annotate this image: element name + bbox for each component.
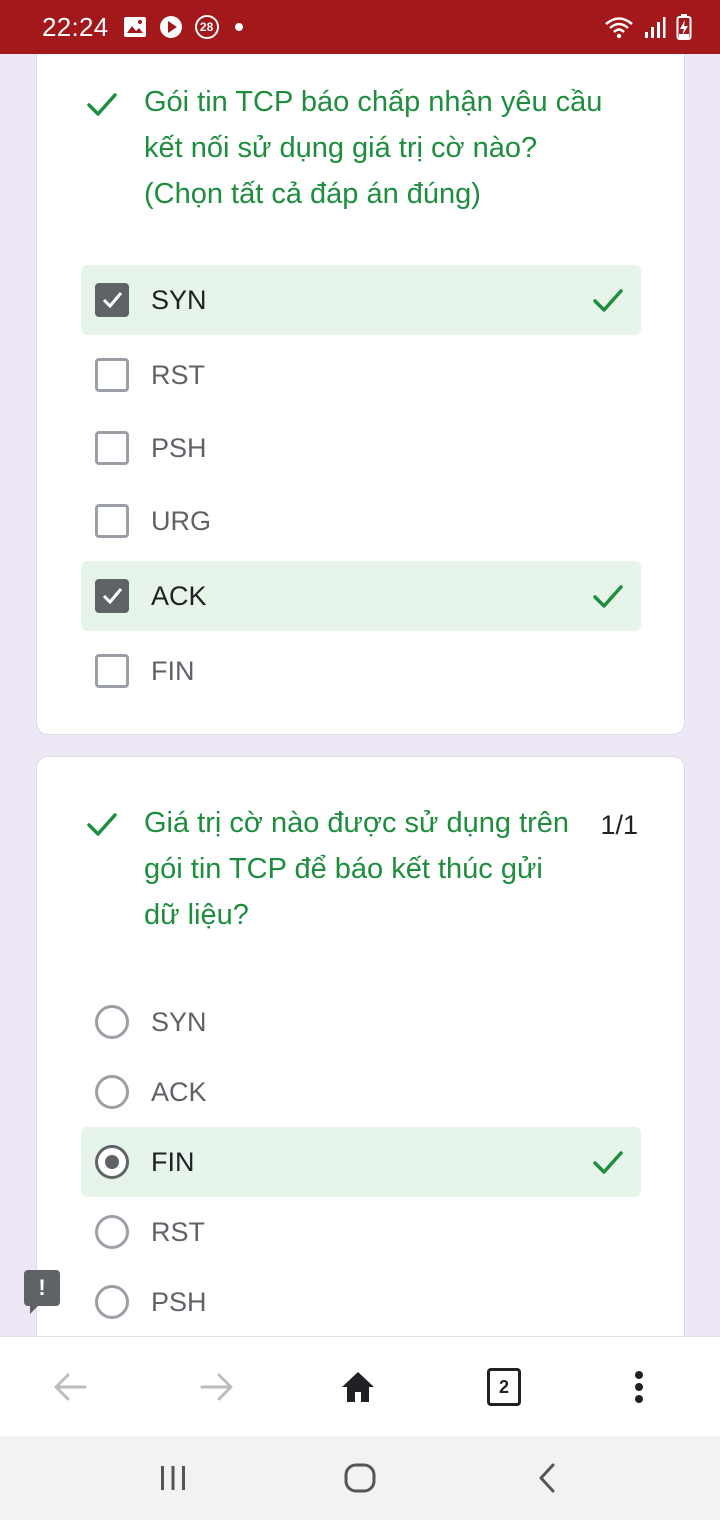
battery-charging-icon [676,14,692,40]
chevron-left-icon [539,1463,555,1493]
radio-unselected-icon[interactable] [95,1005,129,1039]
option-label: RST [151,359,205,390]
option-label: PSH [151,1286,207,1317]
q2-option-syn[interactable]: SYN [81,987,641,1057]
radio-unselected-icon[interactable] [95,1215,129,1249]
notification-count-icon: 28 [194,15,219,39]
arrow-right-icon [200,1373,233,1401]
form-results-scroll[interactable]: Gói tin TCP báo chấp nhận yêu cầu kết nố… [0,54,720,1336]
home-nav-button[interactable] [340,1458,380,1498]
browser-toolbar: 2 [0,1336,720,1436]
question-1-title: Gói tin TCP báo chấp nhận yêu cầu kết nố… [144,86,603,210]
option-label: FIN [151,1146,195,1177]
status-time: 22:24 [42,11,109,42]
system-navigation-bar [0,1436,720,1520]
q1-option-ack[interactable]: ACK [81,561,641,631]
signal-icon [645,17,666,38]
q2-option-rst[interactable]: RST [81,1197,641,1267]
q1-option-fin[interactable]: FIN [81,636,641,706]
checkbox-unchecked-icon[interactable] [95,654,129,688]
checkbox-unchecked-icon[interactable] [95,504,129,538]
back-nav-button[interactable] [527,1458,567,1498]
recent-apps-icon [161,1466,185,1490]
q1-option-psh[interactable]: PSH [81,413,641,483]
forward-button[interactable] [197,1367,237,1407]
question-correct-check-icon [87,813,117,836]
home-button[interactable] [338,1367,378,1407]
recent-apps-button[interactable] [153,1458,193,1498]
option-label: RST [151,1216,205,1247]
correct-answer-check-icon [593,1151,623,1174]
back-button[interactable] [50,1367,90,1407]
option-label: ACK [151,1076,207,1107]
status-icons-left: 28 [123,15,243,39]
status-bar: 22:24 28 [0,0,720,54]
status-icons-right [604,14,692,40]
home-icon [342,1372,374,1402]
radio-unselected-icon[interactable] [95,1075,129,1109]
question-correct-check-icon [87,93,117,116]
more-vert-icon [635,1371,643,1403]
option-label: URG [151,505,211,536]
radio-unselected-icon[interactable] [95,1285,129,1319]
checkbox-checked-icon[interactable] [95,283,129,317]
q2-option-ack[interactable]: ACK [81,1057,641,1127]
more-notifications-dot-icon [234,23,243,31]
radio-selected-icon[interactable] [95,1145,129,1179]
checkbox-unchecked-icon[interactable] [95,431,129,465]
option-label: PSH [151,432,207,463]
option-label: ACK [151,580,207,611]
option-label: SYN [151,284,207,315]
arrow-left-icon [54,1373,87,1401]
q1-option-rst[interactable]: RST [81,340,641,410]
checkbox-checked-icon[interactable] [95,579,129,613]
gallery-icon [123,17,146,37]
option-label: SYN [151,1006,207,1037]
tab-count-icon: 2 [487,1368,521,1406]
question-card-1: Gói tin TCP báo chấp nhận yêu cầu kết nố… [36,54,685,735]
q1-option-urg[interactable]: URG [81,486,641,556]
checkbox-unchecked-icon[interactable] [95,358,129,392]
option-label: FIN [151,655,195,686]
report-feedback-icon[interactable]: ! [24,1270,60,1314]
menu-button[interactable] [619,1367,659,1407]
question-score: 1/1 [600,810,638,840]
q2-option-psh[interactable]: PSH [81,1267,641,1336]
tabs-button[interactable]: 2 [484,1367,524,1407]
correct-answer-check-icon [593,585,623,608]
wifi-icon [605,17,633,39]
question-card-2: Giá trị cờ nào được sử dụng trên gói tin… [36,756,685,1336]
q2-option-fin[interactable]: FIN [81,1127,641,1197]
correct-answer-check-icon [593,289,623,312]
home-circle-icon [344,1463,376,1493]
question-2-title: Giá trị cờ nào được sử dụng trên gói tin… [144,807,570,931]
q1-option-syn[interactable]: SYN [81,265,641,335]
play-icon [159,16,182,38]
